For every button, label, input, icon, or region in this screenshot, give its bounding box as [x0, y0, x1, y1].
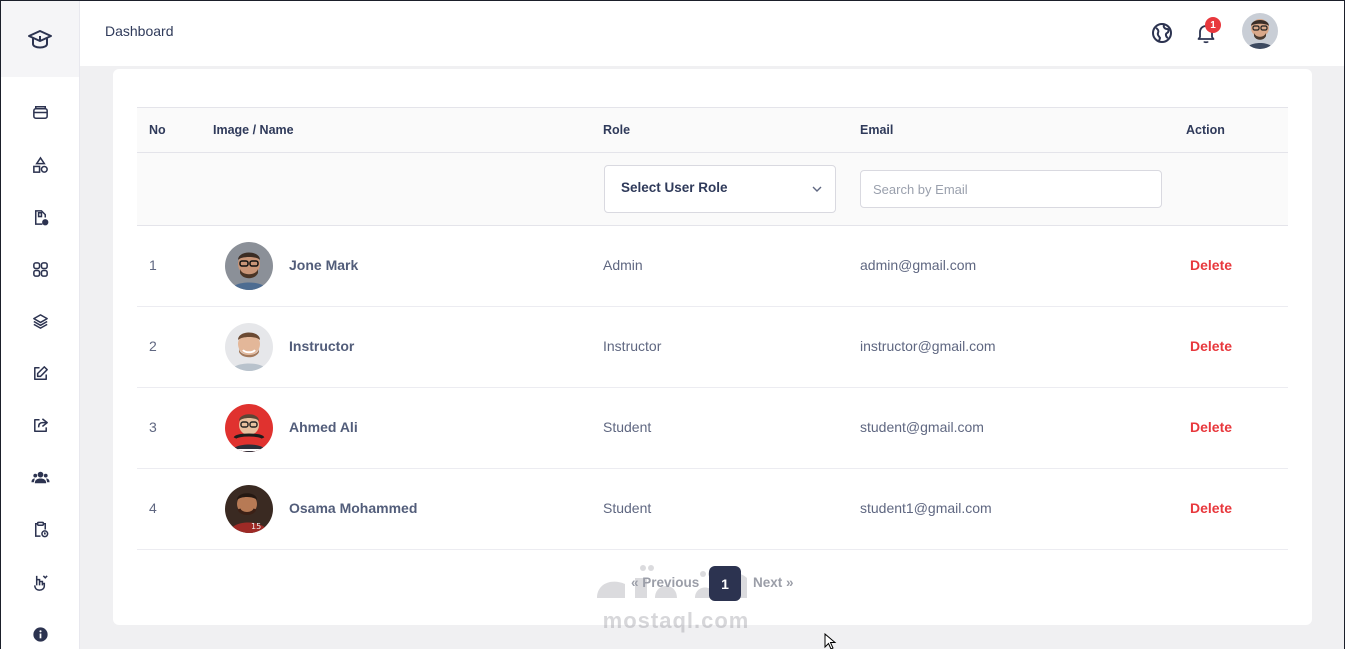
avatar: [225, 242, 273, 290]
row-number: 2: [149, 338, 157, 354]
delete-button[interactable]: Delete: [1190, 419, 1232, 435]
avatar: 15: [225, 485, 273, 533]
delete-button[interactable]: Delete: [1190, 500, 1232, 516]
col-header-name: Image / Name: [213, 123, 294, 137]
col-header-email: Email: [860, 123, 894, 137]
row-number: 1: [149, 257, 157, 273]
table-row: 2 Instructor Instructor instructor@gmail…: [137, 307, 1288, 388]
table-header: No Image / Name Role Email Action: [137, 107, 1288, 153]
clipboard-clock-icon: [34, 521, 49, 537]
users-icon: [31, 471, 50, 483]
hand-coin-icon: [34, 574, 48, 591]
users-table: No Image / Name Role Email Action Select…: [137, 107, 1288, 550]
avatar: [225, 404, 273, 452]
sidebar-item-layers[interactable]: [1, 306, 80, 336]
top-header: Dashboard 1: [80, 1, 1344, 66]
user-name: Instructor: [289, 338, 355, 354]
col-header-no: No: [149, 123, 166, 137]
sidebar-item-schedule[interactable]: [1, 514, 80, 544]
edit-icon: [34, 365, 48, 380]
user-role: Admin: [603, 257, 643, 273]
user-role: Student: [603, 419, 652, 435]
user-name: Ahmed Ali: [289, 419, 358, 435]
archive-box-icon: [33, 105, 48, 119]
filter-row: Select User Role: [137, 153, 1288, 226]
mouse-cursor-icon: [824, 633, 837, 649]
delete-button[interactable]: Delete: [1190, 257, 1232, 273]
globe-icon[interactable]: [1150, 21, 1174, 45]
sidebar-item-archive[interactable]: [1, 97, 80, 127]
email-search-input[interactable]: [860, 170, 1162, 208]
user-role: Student: [603, 500, 652, 516]
user-avatar[interactable]: [1242, 13, 1278, 49]
graduation-cap-icon: [28, 30, 52, 49]
app-window: Dashboard 1 No Image / Name Role Email A…: [0, 0, 1345, 649]
users-table-card: No Image / Name Role Email Action Select…: [113, 69, 1312, 633]
avatar: [225, 323, 273, 371]
pagination: « Previous 1 Next »: [113, 566, 1312, 602]
sidebar-item-info[interactable]: [1, 619, 80, 649]
shapes-icon: [33, 156, 48, 173]
notification-badge: 1: [1205, 17, 1221, 33]
pagination-previous[interactable]: « Previous: [631, 575, 699, 590]
role-select[interactable]: Select User Role: [604, 165, 836, 213]
sidebar-item-courses[interactable]: [1, 202, 80, 232]
user-email: instructor@gmail.com: [860, 338, 996, 354]
grid-icon: [33, 261, 48, 277]
file-settings-icon: [34, 209, 49, 225]
user-role: Instructor: [603, 338, 662, 354]
share-icon: [34, 417, 48, 432]
sidebar-item-payments[interactable]: [1, 567, 80, 597]
sidebar-item-categories[interactable]: [1, 150, 80, 180]
row-number: 4: [149, 500, 157, 516]
sidebar: [1, 1, 80, 649]
watermark-text: mostaql.com: [602, 608, 750, 633]
sidebar-item-grid[interactable]: [1, 254, 80, 284]
user-name: Jone Mark: [289, 257, 359, 273]
svg-text:15: 15: [251, 522, 261, 531]
info-icon: [33, 626, 48, 642]
layers-icon: [33, 313, 48, 329]
pagination-next[interactable]: Next »: [753, 575, 794, 590]
delete-button[interactable]: Delete: [1190, 338, 1232, 354]
user-email: student@gmail.com: [860, 419, 984, 435]
user-email: student1@gmail.com: [860, 500, 992, 516]
logo[interactable]: [1, 1, 79, 77]
user-name: Osama Mohammed: [289, 500, 418, 516]
sidebar-item-users[interactable]: [1, 462, 80, 492]
table-row: 1 Jone Mark Admin admin@gmail.com Delete: [137, 226, 1288, 307]
col-header-action: Action: [1186, 123, 1225, 137]
role-select-value: Select User Role: [621, 180, 728, 195]
sidebar-item-share[interactable]: [1, 410, 80, 440]
col-header-role: Role: [603, 123, 631, 137]
chevron-down-icon: [812, 186, 822, 192]
table-row: 3 Ahmed Ali Student student@gmail.com De…: [137, 388, 1288, 469]
user-email: admin@gmail.com: [860, 257, 977, 273]
sidebar-item-edit[interactable]: [1, 358, 80, 388]
pagination-page-current[interactable]: 1: [709, 566, 741, 601]
table-row: 4 15 Osama Mohammed Student student1@gma…: [137, 469, 1288, 550]
row-number: 3: [149, 419, 157, 435]
page-title: Dashboard: [105, 23, 174, 39]
